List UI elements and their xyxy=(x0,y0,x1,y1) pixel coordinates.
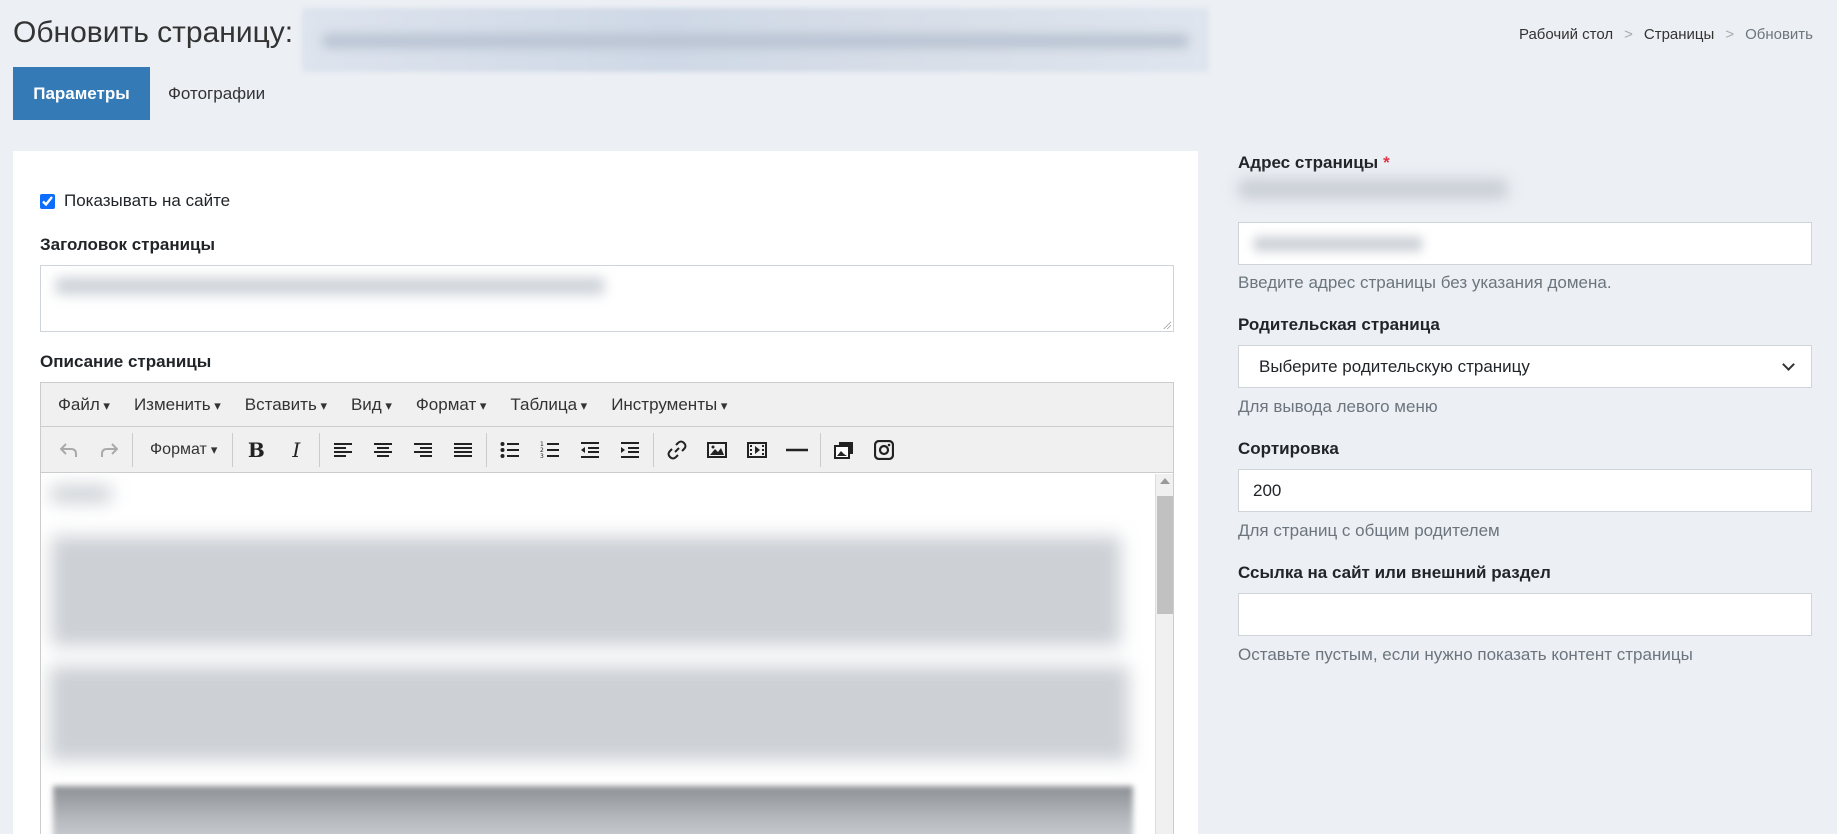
align-justify-icon[interactable] xyxy=(443,433,483,467)
editor-content[interactable] xyxy=(41,474,1155,834)
svg-text:3: 3 xyxy=(540,453,544,459)
show-on-site-row[interactable]: Показывать на сайте xyxy=(40,191,230,211)
tab-photos[interactable]: Фотографии xyxy=(150,67,283,120)
menu-insert[interactable]: Вставить xyxy=(233,395,339,415)
menu-edit[interactable]: Изменить xyxy=(122,395,233,415)
breadcrumb-separator: > xyxy=(1725,26,1735,43)
required-mark: * xyxy=(1383,153,1390,172)
image-icon[interactable] xyxy=(697,433,737,467)
toolbar-separator xyxy=(653,432,655,467)
link-input[interactable] xyxy=(1238,593,1812,636)
address-prefix-redacted xyxy=(1238,179,1508,199)
menu-file[interactable]: Файл xyxy=(46,395,122,415)
main-form-card: Показывать на сайте Заголовок страницы О… xyxy=(13,151,1198,834)
parent-help: Для вывода левого меню xyxy=(1238,397,1438,416)
content-redacted xyxy=(51,486,111,502)
toolbar-separator xyxy=(319,432,321,467)
outdent-icon[interactable] xyxy=(570,433,610,467)
content-redacted xyxy=(51,536,1121,646)
tab-parameters[interactable]: Параметры xyxy=(13,67,150,120)
align-left-icon[interactable] xyxy=(323,433,363,467)
page-title-textarea[interactable] xyxy=(40,265,1174,332)
page-title-text-redacted xyxy=(55,277,605,295)
description-label: Описание страницы xyxy=(40,352,212,371)
toolbar-separator xyxy=(132,432,133,467)
gallery-icon[interactable] xyxy=(824,433,864,467)
link-label: Ссылка на сайт или внешний раздел xyxy=(1238,563,1551,582)
sort-help: Для страниц с общим родителем xyxy=(1238,521,1500,540)
menu-view[interactable]: Вид xyxy=(339,395,404,415)
breadcrumb: Рабочий стол > Страницы > Обновить xyxy=(1519,26,1813,43)
bold-icon[interactable]: B xyxy=(236,433,276,467)
bullet-list-icon[interactable] xyxy=(490,433,530,467)
chevron-down-icon xyxy=(1782,357,1795,371)
page-title-redacted xyxy=(302,8,1209,72)
breadcrumb-current: Обновить xyxy=(1745,26,1813,43)
editor-scrollbar[interactable] xyxy=(1155,474,1173,834)
italic-icon[interactable]: I xyxy=(276,433,316,467)
align-center-icon[interactable] xyxy=(363,433,403,467)
redo-icon[interactable] xyxy=(89,433,129,467)
tabs: Параметры Фотографии xyxy=(13,67,283,120)
parent-label: Родительская страница xyxy=(1238,315,1440,334)
link-icon[interactable] xyxy=(657,433,697,467)
address-label: Адрес страницы * xyxy=(1238,153,1390,172)
sort-input[interactable]: 200 xyxy=(1238,469,1812,512)
page-title-label: Заголовок страницы xyxy=(40,235,216,254)
parent-select[interactable]: Выберите родительскую страницу xyxy=(1238,345,1812,388)
undo-icon[interactable] xyxy=(49,433,89,467)
sort-input-value: 200 xyxy=(1253,480,1282,500)
toolbar-separator xyxy=(232,432,234,467)
resize-grip-icon[interactable] xyxy=(1161,319,1171,329)
show-on-site-label: Показывать на сайте xyxy=(64,191,231,210)
address-value-redacted xyxy=(1253,236,1423,252)
breadcrumb-dashboard[interactable]: Рабочий стол xyxy=(1519,26,1613,43)
numbered-list-icon[interactable]: 123 xyxy=(530,433,570,467)
horizontal-rule-icon[interactable] xyxy=(777,433,817,467)
toolbar-separator xyxy=(820,432,822,467)
format-select[interactable]: Формат xyxy=(136,433,229,467)
scroll-thumb[interactable] xyxy=(1157,496,1173,614)
editor-toolbar: Формат B I 123 xyxy=(41,427,1173,473)
align-right-icon[interactable] xyxy=(403,433,443,467)
rich-text-editor: Файл Изменить Вставить Вид Формат Таблиц… xyxy=(40,382,1174,834)
menu-tools[interactable]: Инструменты xyxy=(599,395,739,415)
address-help: Введите адрес страницы без указания доме… xyxy=(1238,273,1612,292)
breadcrumb-pages[interactable]: Страницы xyxy=(1644,26,1714,43)
menu-table[interactable]: Таблица xyxy=(498,395,599,415)
toolbar-separator xyxy=(486,432,488,467)
address-input[interactable] xyxy=(1238,222,1812,265)
indent-icon[interactable] xyxy=(610,433,650,467)
parent-select-value: Выберите родительскую страницу xyxy=(1259,356,1530,376)
show-on-site-checkbox[interactable] xyxy=(40,193,55,209)
link-help: Оставьте пустым, если нужно показать кон… xyxy=(1238,645,1693,664)
page-title: Обновить страницу: xyxy=(13,16,294,49)
sort-label: Сортировка xyxy=(1238,439,1339,458)
media-icon[interactable] xyxy=(737,433,777,467)
scroll-up-icon[interactable] xyxy=(1160,478,1170,484)
image-redacted xyxy=(53,786,1133,834)
instagram-icon[interactable] xyxy=(864,433,904,467)
menu-format[interactable]: Формат xyxy=(404,395,499,415)
content-redacted xyxy=(49,666,1129,761)
breadcrumb-separator: > xyxy=(1624,26,1633,43)
editor-menubar: Файл Изменить Вставить Вид Формат Таблиц… xyxy=(41,383,1173,427)
